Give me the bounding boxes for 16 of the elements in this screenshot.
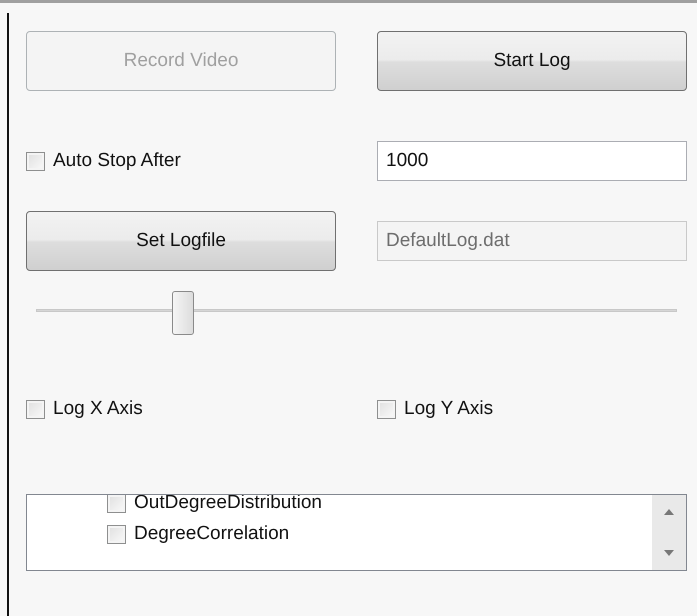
start-log-button[interactable]: Start Log — [377, 31, 687, 91]
list-item-label: DegreeCorrelation — [134, 522, 290, 546]
checkbox[interactable] — [107, 524, 126, 544]
slider-thumb[interactable] — [172, 291, 194, 335]
scrollbar[interactable] — [652, 494, 686, 570]
checkbox[interactable] — [26, 400, 45, 419]
checkbox-label: Log Y Axis — [404, 397, 494, 421]
auto-stop-field[interactable]: 1000 — [377, 141, 687, 181]
scroll-up-icon[interactable] — [664, 508, 674, 514]
checkbox[interactable] — [107, 494, 126, 512]
scroll-down-icon[interactable] — [664, 550, 674, 556]
checkbox-label: Auto Stop After — [53, 148, 181, 173]
checkbox-label: Log X Axis — [53, 397, 143, 421]
slider-track[interactable] — [36, 309, 677, 312]
checkbox[interactable] — [26, 152, 45, 170]
checkbox[interactable] — [377, 400, 396, 419]
